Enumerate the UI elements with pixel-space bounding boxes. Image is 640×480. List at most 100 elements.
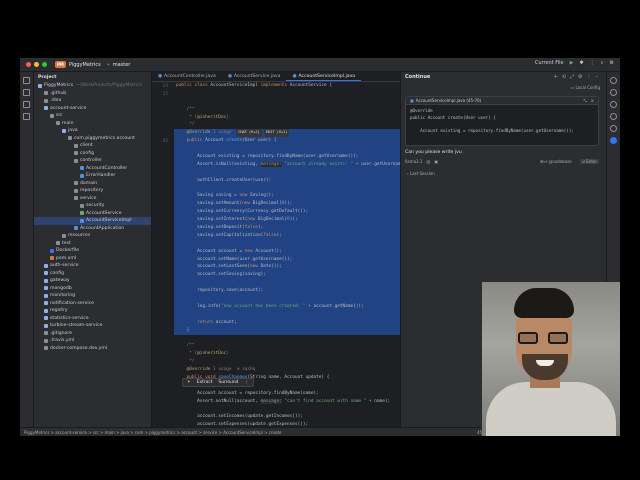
tree-item[interactable]: registry [34, 307, 151, 315]
tree-item[interactable]: AccountController [34, 165, 151, 173]
tree-item[interactable]: AccountService [34, 210, 151, 218]
more-icon[interactable]: ⋮ [244, 380, 248, 385]
tree-item[interactable]: pom.xml [34, 255, 151, 263]
tree-item[interactable]: client [34, 142, 151, 150]
editor-tab[interactable]: ● AccountServiceImpl.java [286, 72, 362, 81]
code-line[interactable]: saving.setCurrency(Currency.getDefault()… [174, 208, 400, 217]
code-line[interactable]: Assert.isNull(existing, message: "accoun… [174, 160, 400, 169]
code-line[interactable]: Account account = new Account(); [174, 247, 400, 256]
code-area[interactable]: public class AccountServiceImpl implemen… [174, 82, 400, 427]
tree-item[interactable]: AccountApplication [34, 225, 151, 233]
database-icon[interactable] [610, 89, 617, 96]
code-line[interactable]: */ [174, 358, 400, 366]
code-line[interactable]: account.setLastSeen(new Date()); [174, 263, 400, 272]
local-config-select[interactable]: ▭ Local Config [570, 85, 600, 90]
more-tools-icon[interactable] [23, 113, 30, 120]
tree-item[interactable]: main [34, 120, 151, 128]
ai-assistant-icon[interactable] [610, 101, 617, 108]
tree-item[interactable]: security [34, 202, 151, 210]
image-icon[interactable]: ▣ [434, 159, 438, 164]
debug-icon[interactable]: ✱ [580, 60, 584, 66]
code-line[interactable]: account.setName(user.getUsername()); [174, 255, 400, 264]
maven-icon[interactable] [610, 113, 617, 120]
tree-item[interactable]: service [34, 195, 151, 203]
tree-item[interactable]: java [34, 127, 151, 135]
tree-item[interactable]: .github [34, 90, 151, 98]
close-window-button[interactable] [26, 62, 31, 67]
tree-item[interactable]: resources [34, 232, 151, 240]
surround-action[interactable]: Surround [218, 380, 238, 385]
tree-item[interactable]: Dockerfile [34, 247, 151, 255]
settings-icon[interactable]: ⚙ [578, 74, 582, 80]
code-line[interactable] [174, 90, 400, 98]
code-line[interactable]: return account; [174, 318, 400, 327]
more-icon[interactable]: ⋮ [587, 74, 592, 80]
expand-icon[interactable]: ⤢ [570, 74, 574, 80]
code-line[interactable]: Saving saving = new Saving(); [174, 192, 400, 201]
tree-item[interactable]: .gitignore [34, 330, 151, 338]
run-icon[interactable]: ▶ [570, 60, 574, 66]
tree-item[interactable]: AccountServiceImpl [34, 217, 151, 225]
tree-item[interactable]: ErrorHandler [34, 172, 151, 180]
code-line[interactable]: @Override 1 usage ⊕ sqshq [174, 366, 400, 374]
editor-tab[interactable]: ● AccountService.java [222, 72, 287, 81]
code-line[interactable]: saving.setAmount(new BigDecimal(0)); [174, 200, 400, 209]
tree-item[interactable]: docker-compose.dev.yml [34, 345, 151, 353]
code-line[interactable]: account.setIncomes(update.getIncomes()); [174, 413, 400, 421]
more-icon[interactable]: ⋮ [590, 60, 595, 66]
code-line[interactable]: saving.setDeposit(false); [174, 224, 400, 232]
tree-item[interactable]: turbine-stream-service [34, 322, 151, 330]
code-line[interactable]: saving.setCapitalization(false); [174, 231, 400, 240]
code-line[interactable] [174, 279, 400, 288]
continue-tool-icon[interactable] [610, 137, 617, 144]
tree-item[interactable]: notification-service [34, 300, 151, 308]
extract-action[interactable]: Extract [197, 380, 213, 385]
run-config-select[interactable]: Current File [535, 60, 564, 66]
tree-item[interactable]: auth-service [34, 262, 151, 270]
gradle-icon[interactable] [610, 125, 617, 132]
minimize-window-button[interactable] [34, 62, 39, 67]
tree-item[interactable]: gateway [34, 277, 151, 285]
project-panel-title[interactable]: Project [34, 72, 151, 82]
code-line[interactable]: Account account = repository.findByName(… [174, 390, 400, 398]
code-line[interactable]: repository.save(account); [174, 287, 400, 296]
chat-input[interactable]: Can you please write jvu [405, 150, 599, 155]
code-line[interactable]: Assert.notNull(account, message: "can't … [174, 398, 400, 406]
tree-item[interactable]: domain [34, 180, 151, 188]
tree-item[interactable]: .idea [34, 97, 151, 105]
tree-item[interactable]: statistics-service [34, 315, 151, 323]
model-select[interactable]: llama3.1 [405, 159, 422, 164]
code-line[interactable] [174, 295, 400, 303]
tree-item[interactable]: monitoring [34, 292, 151, 300]
enter-button[interactable]: ⏎ Enter [579, 159, 599, 164]
notifications-icon[interactable] [610, 77, 617, 84]
last-session-toggle[interactable]: › Last Session [407, 171, 435, 176]
tree-item[interactable]: config [34, 150, 151, 158]
code-line[interactable]: /** [174, 106, 400, 114]
code-line[interactable]: * {@inheritDoc} [174, 350, 400, 358]
code-line[interactable]: } [174, 326, 400, 335]
tree-item[interactable]: test [34, 240, 151, 248]
breadcrumb[interactable]: PiggyMetrics > account-service > src > m… [24, 430, 282, 435]
code-line[interactable] [174, 168, 400, 177]
project-switcher[interactable]: PiggyMetrics [69, 62, 101, 68]
code-line[interactable]: @Override 1 usage CHAT (⌘+J) EDIT (⌘+I) [174, 129, 400, 138]
editor-tab[interactable]: ● AccountController.java [152, 72, 222, 81]
close-icon[interactable]: × [591, 98, 594, 103]
tree-item[interactable]: account-service [34, 105, 151, 113]
settings-icon[interactable]: ⚙ [610, 60, 614, 66]
collapse-icon[interactable]: ⤡ [583, 98, 586, 103]
code-line[interactable]: Account existing = repository.findByName… [174, 153, 400, 161]
commit-tool-icon[interactable] [23, 89, 30, 96]
attach-icon[interactable]: @ [426, 159, 430, 164]
tree-item[interactable]: src [34, 112, 151, 120]
code-line[interactable]: /** [174, 342, 400, 350]
code-line[interactable] [174, 335, 400, 343]
tree-item[interactable]: .travis.yml [34, 337, 151, 345]
code-line[interactable]: saving.setInterest(new BigDecimal(0)); [174, 216, 400, 225]
tree-item[interactable]: mongodb [34, 285, 151, 293]
history-icon[interactable]: ⟲ [562, 74, 566, 80]
code-line[interactable] [174, 406, 400, 414]
tree-item[interactable]: repository [34, 187, 151, 195]
tree-item[interactable]: com.piggymetrics.account [34, 135, 151, 143]
